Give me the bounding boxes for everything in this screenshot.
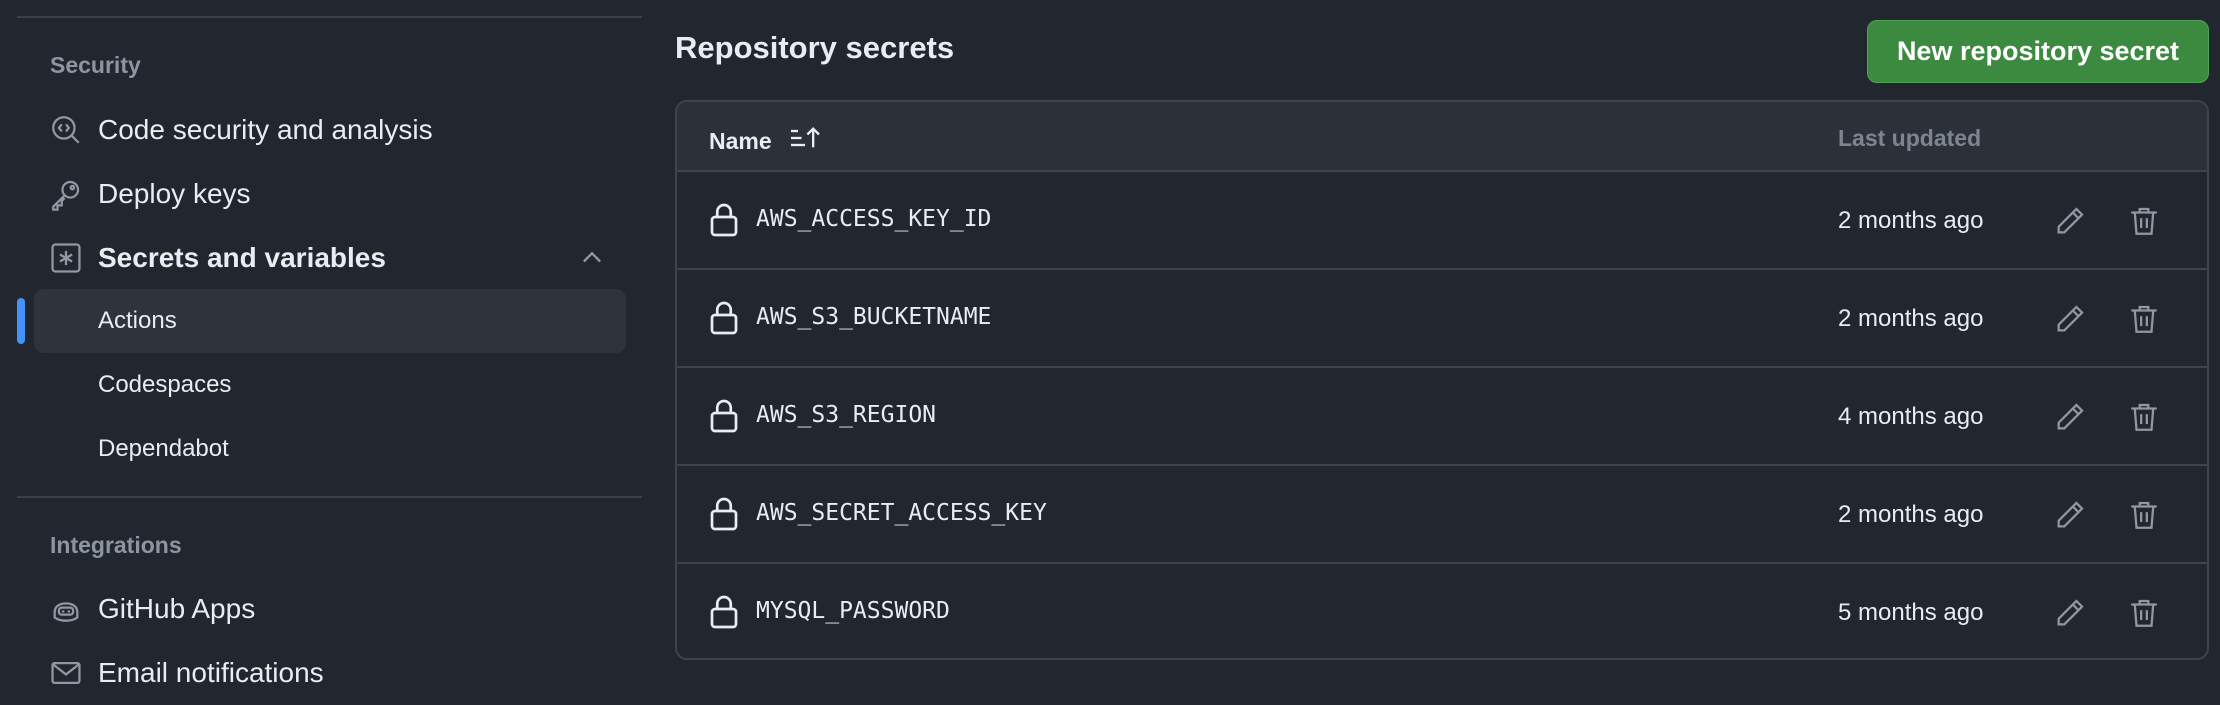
sidebar-subitem-label: Actions <box>98 307 177 334</box>
trash-icon[interactable] <box>2127 596 2161 630</box>
section-title-security: Security <box>50 52 141 78</box>
sidebar-subitem-label: Codespaces <box>98 371 232 398</box>
sidebar-item-label: Secrets and variables <box>98 242 386 273</box>
pencil-icon[interactable] <box>2053 400 2087 434</box>
chevron-up-icon[interactable] <box>578 244 606 277</box>
table-row: AWS_SECRET_ACCESS_KEY 2 months ago <box>677 466 2207 564</box>
table-row: AWS_S3_REGION 4 months ago <box>677 368 2207 466</box>
pencil-icon[interactable] <box>2053 596 2087 630</box>
secret-name: MYSQL_PASSWORD <box>756 598 950 624</box>
last-updated-value: 2 months ago <box>1838 207 1984 234</box>
sidebar-divider <box>17 496 642 498</box>
sort-ascending-icon[interactable] <box>788 124 822 158</box>
sidebar-subitem-codespaces[interactable]: Codespaces <box>34 353 626 417</box>
sidebar-divider <box>17 16 642 18</box>
table-row: MYSQL_PASSWORD 5 months ago <box>677 564 2207 658</box>
secret-name: AWS_ACCESS_KEY_ID <box>756 206 992 232</box>
lock-icon <box>709 300 739 341</box>
sidebar-item-label: Code security and analysis <box>98 114 433 145</box>
secret-name: AWS_S3_BUCKETNAME <box>756 304 992 330</box>
sidebar-subitem-actions[interactable]: Actions <box>34 289 626 353</box>
pencil-icon[interactable] <box>2053 302 2087 336</box>
sidebar-item-email-notifications[interactable]: Email notifications <box>34 641 626 705</box>
column-header-label: Name <box>709 127 772 154</box>
secret-name: AWS_S3_REGION <box>756 402 937 428</box>
active-indicator <box>17 298 25 344</box>
trash-icon[interactable] <box>2127 302 2161 336</box>
table-row: AWS_ACCESS_KEY_ID 2 months ago <box>677 172 2207 270</box>
sidebar-item-deploy-keys[interactable]: Deploy keys <box>34 162 626 226</box>
lock-icon <box>709 398 739 439</box>
secrets-table: Name Last updated AWS_ACCESS_KEY_ID 2 mon… <box>675 100 2209 660</box>
new-repository-secret-button[interactable]: New repository secret <box>1867 20 2209 83</box>
asterisk-icon <box>48 240 84 276</box>
lock-icon <box>709 202 739 243</box>
trash-icon[interactable] <box>2127 498 2161 532</box>
key-icon <box>48 176 84 212</box>
trash-icon[interactable] <box>2127 400 2161 434</box>
pencil-icon[interactable] <box>2053 204 2087 238</box>
sidebar-item-label: Email notifications <box>98 657 324 688</box>
lock-icon <box>709 496 739 537</box>
last-updated-value: 4 months ago <box>1838 403 1984 430</box>
column-header-last-updated: Last updated <box>1838 125 1982 151</box>
sidebar-subitem-dependabot[interactable]: Dependabot <box>34 417 626 481</box>
secret-name: AWS_SECRET_ACCESS_KEY <box>756 500 1047 526</box>
sidebar-item-label: GitHub Apps <box>98 593 256 624</box>
page-title: Repository secrets <box>675 30 955 65</box>
last-updated-value: 2 months ago <box>1838 501 1984 528</box>
last-updated-value: 5 months ago <box>1838 599 1984 626</box>
sidebar-item-github-apps[interactable]: GitHub Apps <box>34 577 626 641</box>
lock-icon <box>709 594 739 635</box>
last-updated-value: 2 months ago <box>1838 305 1984 332</box>
pencil-icon[interactable] <box>2053 498 2087 532</box>
sidebar-item-code-security[interactable]: Code security and analysis <box>34 98 626 162</box>
settings-sidebar: Security Code security and analysis Depl… <box>0 0 642 700</box>
codescan-icon <box>48 112 84 148</box>
sidebar-item-secrets-and-variables[interactable]: Secrets and variables <box>34 226 626 290</box>
copilot-icon <box>48 591 84 627</box>
table-row: AWS_S3_BUCKETNAME 2 months ago <box>677 270 2207 368</box>
trash-icon[interactable] <box>2127 204 2161 238</box>
section-title-integrations: Integrations <box>50 532 182 558</box>
column-header-name[interactable]: Name <box>709 124 822 158</box>
sidebar-subitem-label: Dependabot <box>98 435 229 462</box>
sidebar-item-label: Deploy keys <box>98 178 251 209</box>
table-header: Name Last updated <box>677 102 2207 172</box>
mail-icon <box>48 655 84 691</box>
